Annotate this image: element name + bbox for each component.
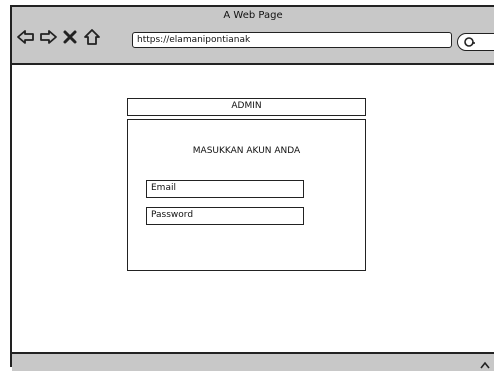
login-form: MASUKKAN AKUN ANDA Email Password (127, 119, 366, 271)
back-arrow-icon[interactable] (16, 27, 38, 47)
screen: A Web Page https://elamanipontianak ADMI… (0, 0, 494, 371)
navigation-controls (16, 26, 104, 48)
close-icon[interactable] (60, 27, 82, 47)
login-title: MASUKKAN AKUN ANDA (192, 146, 301, 156)
home-icon[interactable] (82, 27, 104, 47)
password-field[interactable]: Password (146, 207, 304, 225)
address-bar[interactable]: https://elamanipontianak (132, 32, 452, 48)
admin-header: ADMIN (127, 98, 366, 116)
email-field[interactable]: Email (146, 180, 304, 198)
status-bar (12, 352, 494, 371)
forward-arrow-icon[interactable] (38, 27, 60, 47)
window-title: A Web Page (223, 10, 283, 21)
caret-up-icon[interactable] (480, 355, 490, 374)
search-button[interactable] (457, 33, 494, 51)
browser-toolbar: A Web Page https://elamanipontianak (12, 7, 494, 65)
